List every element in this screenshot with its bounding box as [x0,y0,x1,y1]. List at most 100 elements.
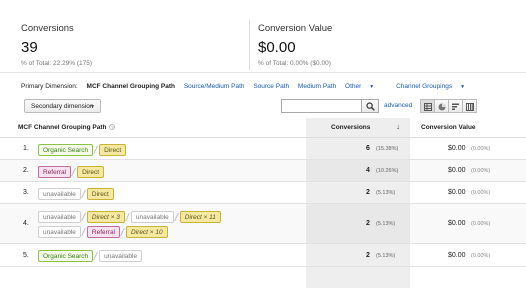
divider [249,20,250,70]
dimension-mcf-channel-grouping-path: MCF Channel Grouping Path [86,83,175,90]
path-line: Organic Search unavailable [38,249,143,262]
dimension-source-medium-path[interactable]: Source/Medium Path [184,83,245,90]
search-button[interactable] [362,99,379,113]
primary-dimension-label: Primary Dimension: [21,83,78,90]
row-number: 1. [23,145,29,152]
primary-dimension-bar: Primary Dimension: MCF Channel Grouping … [21,83,479,90]
pie-chart-icon [438,103,446,111]
conversions-value: 6 [366,145,370,152]
conversions-value: 2 [366,189,370,196]
step-separator [81,211,87,223]
conversions-percent: (10.26%) [376,168,399,174]
channel-chip-direct: Direct × 11 [179,210,221,223]
metric-conversion-value: Conversion Value $0.00 % of Total: 0.00%… [258,23,332,67]
conversions-value: 4 [366,167,370,174]
chevron-down-icon: ▼ [90,104,95,110]
metric-label: Conversions [21,23,74,34]
chevron-down-icon: ▼ [369,84,375,90]
conversion-value: $0.00 [448,145,466,152]
table-row: 1. Organic Search Direct 6 (15.38%) $0.00 (0.0… [0,138,526,160]
conversions-percent: (5.13%) [376,190,396,196]
view-switcher [420,99,477,113]
conversion-value-percent: (0.00%) [471,253,491,259]
conversion-value: $0.00 [448,189,466,196]
column-header-path[interactable]: MCF Channel Grouping Path? [18,124,116,131]
metric-conversions: Conversions 39 % of Total: 22.29% (175) [21,23,92,67]
row-number: 3. [23,189,29,196]
divider [0,72,526,73]
channel-chip-direct: Direct × 10 [126,225,168,238]
step-separator [174,211,180,223]
pivot-view-button[interactable] [462,99,477,113]
table-view-button[interactable] [420,99,435,113]
table-row: 4. unavailable Direct × 3 unavailable Direct… [0,204,526,244]
row-number: 4. [23,220,29,227]
pie-view-button[interactable] [434,99,449,113]
channel-chip-unavailable: unavailable [38,225,81,238]
channel-chip-direct: Direct × 3 [86,210,125,223]
search-input[interactable] [281,99,362,113]
table-toolbar: Secondary dimension ▼ advanced [0,99,526,115]
channel-groupings-dropdown[interactable]: Channel Groupings ▼ [396,83,472,90]
table-row: 2. Referral Direct 4 (10.26%) $0.00 (0.00%) [0,160,526,182]
conversions-percent: (15.38%) [376,146,399,152]
step-separator [81,188,87,200]
metric-value: 39 [21,39,38,56]
table-row: 3. unavailable Direct 2 (5.13%) $0.00 (0.00%) [0,182,526,204]
column-header-conversion-value[interactable]: Conversion Value [421,124,476,131]
step-separator [81,226,87,238]
table-row: 5. Organic Search unavailable 2 (5.13%) $0.00… [0,244,526,267]
channel-groupings-label: Channel Groupings [396,83,453,90]
advanced-filter-link[interactable]: advanced [384,102,412,109]
channel-chip-unavailable: unavailable [38,187,81,200]
path-line: unavailable Referral Direct × 10 [38,225,168,238]
secondary-dimension-label: Secondary dimension [31,103,94,110]
conversion-value-percent: (0.00%) [471,168,491,174]
conversion-value: $0.00 [448,167,466,174]
column-header-conversions[interactable]: Conversions [331,124,370,131]
dimension-medium-path[interactable]: Medium Path [298,83,336,90]
table-view-icon [424,103,432,111]
conversion-value: $0.00 [448,252,466,259]
metric-total: % of Total: 22.29% (175) [21,60,93,67]
dimension-other-dropdown[interactable]: Other ▼ [345,83,381,90]
channel-chip-direct: Direct [99,143,127,156]
conversions-value: 2 [366,252,370,259]
path-line: Referral Direct [38,165,105,178]
performance-view-button[interactable] [448,99,463,113]
conversion-value-percent: (0.00%) [471,221,491,227]
paths-table: MCF Channel Grouping Path? Conversions ↓… [0,118,526,288]
metric-label: Conversion Value [258,23,333,34]
sort-descending-icon[interactable]: ↓ [396,122,400,131]
dimension-source-path[interactable]: Source Path [253,83,289,90]
channel-chip-unavailable: unavailable [130,210,174,223]
help-icon[interactable]: ? [109,124,116,130]
channel-chip-unavailable: unavailable [38,210,81,223]
path-line: unavailable Direct × 3 unavailable Direct ×… [38,210,221,223]
path-line: unavailable Direct [38,187,114,200]
path-line: Organic Search Direct [38,143,127,156]
channel-chip-referral: Referral [38,165,72,178]
metric-value: $0.00 [258,39,296,56]
other-label: Other [345,83,362,90]
chevron-down-icon: ▼ [460,84,466,90]
pivot-table-icon [466,103,474,111]
channel-chip-direct: Direct [86,187,114,200]
channel-chip-direct: Direct [77,165,105,178]
conversion-value-percent: (0.00%) [471,190,491,196]
conversions-value: 2 [366,220,370,227]
channel-chip-organic: Organic Search [38,143,94,156]
row-number: 5. [23,252,29,259]
conversion-value-percent: (0.00%) [471,146,491,152]
summary-panel: Conversions 39 % of Total: 22.29% (175) … [0,0,526,70]
channel-chip-referral: Referral [86,225,121,238]
channel-chip-unavailable: unavailable [99,249,143,262]
secondary-dimension-dropdown[interactable]: Secondary dimension ▼ [24,99,101,113]
conversions-percent: (5.13%) [376,221,396,227]
conversions-percent: (5.13%) [376,253,396,259]
path-header-label: MCF Channel Grouping Path [18,124,107,131]
table-header: MCF Channel Grouping Path? Conversions ↓… [0,118,526,138]
conversion-value: $0.00 [448,220,466,227]
metric-total: % of Total: 0.00% ($0.00) [258,60,331,67]
channel-chip-organic: Organic Search [38,249,94,262]
